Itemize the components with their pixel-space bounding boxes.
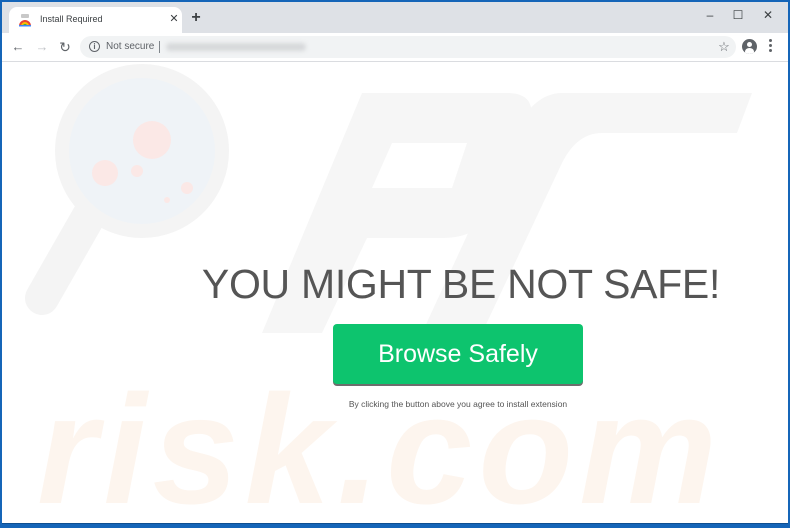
close-window-icon[interactable]: ✕ [753, 6, 783, 24]
browse-safely-button[interactable]: Browse Safely [333, 324, 583, 384]
new-tab-button[interactable]: + [188, 10, 204, 26]
forward-icon[interactable]: → [34, 39, 50, 55]
reload-icon[interactable]: ↻ [57, 39, 73, 55]
browser-window: Install Required ✕ + – ☐ ✕ ← → ↻ i Not s… [2, 2, 788, 524]
tab-strip: Install Required ✕ + – ☐ ✕ [2, 2, 788, 33]
security-status[interactable]: Not secure [106, 41, 154, 52]
address-separator [159, 41, 160, 53]
info-icon[interactable]: i [89, 41, 100, 52]
tab-install-required[interactable]: Install Required ✕ [9, 7, 182, 33]
profile-avatar-icon[interactable] [742, 39, 757, 54]
browser-toolbar: ← → ↻ i Not secure ☆ [2, 33, 788, 62]
back-icon[interactable]: ← [10, 39, 26, 55]
close-tab-icon[interactable]: ✕ [167, 12, 181, 26]
minimize-icon[interactable]: – [695, 6, 725, 24]
tab-title: Install Required [40, 14, 103, 24]
maximize-icon[interactable]: ☐ [723, 6, 753, 24]
more-menu-icon[interactable] [767, 39, 773, 55]
warning-headline: YOU MIGHT BE NOT SAFE! [201, 261, 721, 307]
bookmark-star-icon[interactable]: ☆ [716, 39, 732, 55]
url-text-blurred[interactable] [166, 43, 306, 51]
address-bar[interactable]: i Not secure ☆ [80, 36, 736, 58]
install-disclaimer: By clicking the button above you agree t… [348, 399, 568, 409]
watermark-text: risk.com [37, 363, 717, 524]
chrome-web-store-icon [19, 14, 31, 27]
page-content: risk.com YOU MIGHT BE NOT SAFE! Browse S… [2, 63, 788, 524]
